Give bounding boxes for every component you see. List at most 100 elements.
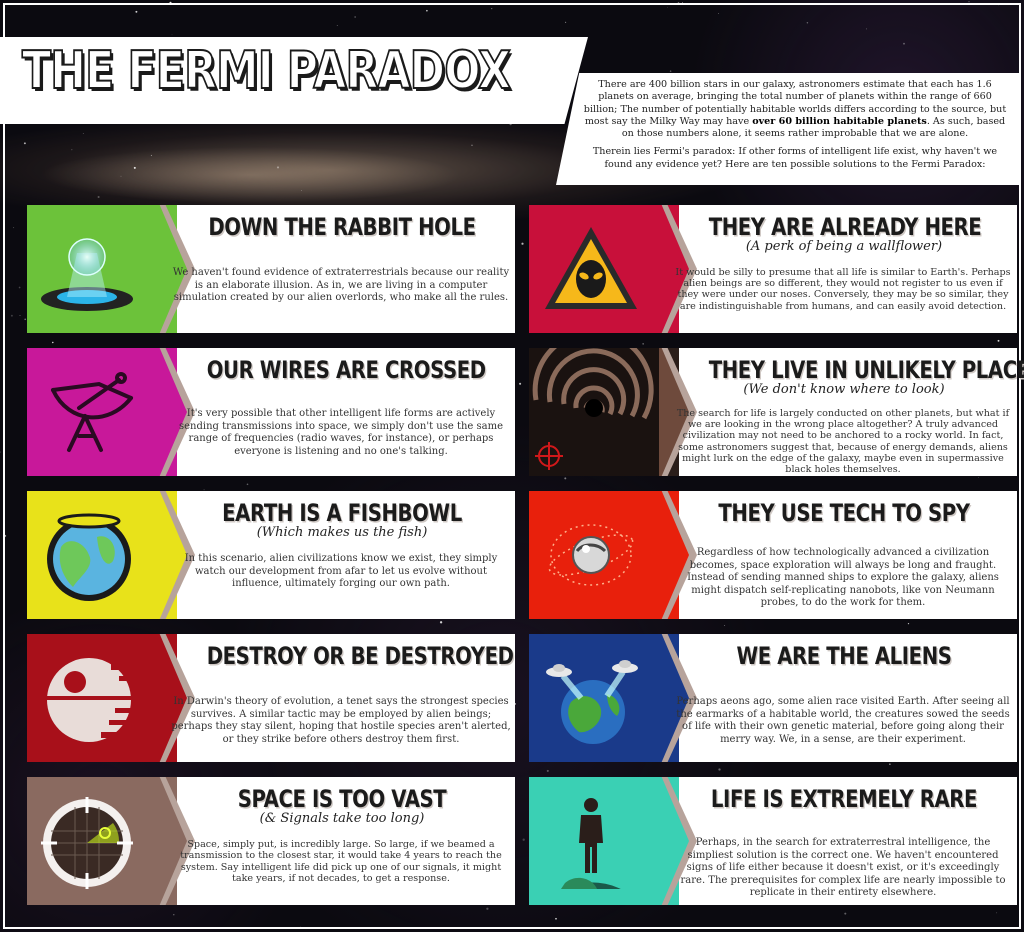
star-dot xyxy=(724,625,726,626)
card-body: It would be silly to presume that all li… xyxy=(675,267,1011,312)
star-dot xyxy=(471,144,473,147)
card-heading: DESTROY OR BE DESTROYED xyxy=(206,642,514,670)
star-dot xyxy=(133,166,136,169)
intro-paragraph-2: Therein lies Fermi's paradox: If other f… xyxy=(592,146,998,170)
star-dot xyxy=(718,13,720,15)
solution-card: OUR WIRES ARE CROSSED It's very possible… xyxy=(27,348,515,476)
star-dot xyxy=(997,339,1000,342)
star-dot xyxy=(522,838,525,841)
solution-card: WE ARE THE ALIENS Perhaps aeons ago, som… xyxy=(529,634,1017,762)
star-dot xyxy=(135,10,138,13)
intro-panel: There are 400 billion stars in our galax… xyxy=(556,73,1020,185)
star-dot xyxy=(173,914,175,916)
hologram-globe-icon xyxy=(41,238,133,311)
star-dot xyxy=(491,8,493,10)
card-subheading: (& Signals take too long) xyxy=(259,811,425,826)
star-dot xyxy=(486,907,489,910)
star-dot xyxy=(24,318,27,321)
card-body: Perhaps, in the search for extraterrestr… xyxy=(680,837,1006,898)
card-heading: THEY LIVE IN UNLIKELY PLACES xyxy=(708,356,1024,384)
intro-bold-text: over 60 billion habitable planets xyxy=(752,115,927,127)
star-dot xyxy=(276,166,280,169)
card-body: Space, simply put, is incredibly large. … xyxy=(180,839,502,885)
solution-card: EARTH IS A FISHBOWL (Which makes us the … xyxy=(27,491,515,619)
card-body: Regardless of how technologically advanc… xyxy=(687,547,999,608)
solution-card: THEY USE TECH TO SPY Regardless of how t… xyxy=(529,491,1017,619)
death-star-icon xyxy=(47,658,135,742)
star-dot xyxy=(903,42,905,45)
star-dot xyxy=(667,6,668,8)
solution-card: THEY ARE ALREADY HERE (A perk of being a… xyxy=(529,205,1017,333)
card-heading: SPACE IS TOO VAST xyxy=(237,785,447,813)
star-dot xyxy=(300,926,301,928)
star-dot xyxy=(439,621,443,624)
card-heading: DOWN THE RABBIT HOLE xyxy=(208,213,476,241)
radar-scope-icon xyxy=(41,797,133,889)
person-on-earth-icon xyxy=(561,798,621,889)
card-body: We haven't found evidence of extraterres… xyxy=(172,267,510,303)
star-dot xyxy=(968,1,970,3)
star-dot xyxy=(150,154,152,156)
alien-warning-sign-icon xyxy=(545,227,637,309)
card-body: It's very possible that other intelligen… xyxy=(178,408,503,457)
card-subheading: (We don't know where to look) xyxy=(743,382,945,397)
solution-card: DOWN THE RABBIT HOLE We haven't found ev… xyxy=(27,205,515,333)
card-heading: WE ARE THE ALIENS xyxy=(736,642,952,670)
card-heading: EARTH IS A FISHBOWL xyxy=(222,499,462,527)
star-dot xyxy=(889,763,891,765)
star-dot xyxy=(10,314,13,317)
star-dot xyxy=(519,382,522,385)
solution-card: LIFE IS EXTREMELY RARE Perhaps, in the s… xyxy=(529,777,1017,905)
star-dot xyxy=(426,9,428,12)
card-heading: OUR WIRES ARE CROSSED xyxy=(206,356,486,384)
earth-fishbowl-icon xyxy=(47,513,131,601)
star-dot xyxy=(246,483,249,486)
star-dot xyxy=(13,227,15,229)
solution-card: SPACE IS TOO VAST (& Signals take too lo… xyxy=(27,777,515,905)
star-dot xyxy=(564,477,567,480)
star-dot xyxy=(907,622,910,625)
card-heading: THEY ARE ALREADY HERE xyxy=(708,213,982,241)
star-dot xyxy=(71,149,73,151)
star-dot xyxy=(301,190,302,191)
card-subheading: (Which makes us the fish) xyxy=(256,525,428,540)
star-dot xyxy=(120,175,122,177)
card-body: Perhaps aeons ago, some alien race visit… xyxy=(676,696,1010,745)
card-body: In this scenario, alien civilizations kn… xyxy=(184,553,498,589)
star-dot xyxy=(23,142,26,145)
solution-card: DESTROY OR BE DESTROYED In Darwin's theo… xyxy=(27,634,515,762)
card-subheading: (A perk of being a wallflower) xyxy=(745,239,943,254)
star-dot xyxy=(0,451,1,453)
star-dot xyxy=(866,28,868,30)
intro-paragraph-1: There are 400 billion stars in our galax… xyxy=(582,79,1008,140)
star-dot xyxy=(18,286,21,289)
star-dot xyxy=(806,22,809,24)
star-dot xyxy=(978,477,980,478)
star-dot xyxy=(171,34,173,36)
earth-ufos-icon xyxy=(546,660,638,744)
star-dot xyxy=(565,21,567,23)
star-dot xyxy=(718,768,721,771)
satellite-dish-icon xyxy=(51,372,133,452)
black-hole-icon xyxy=(529,348,659,476)
star-dot xyxy=(546,769,549,772)
card-body: In Darwin's theory of evolution, a tenet… xyxy=(171,696,511,745)
star-dot xyxy=(555,917,557,920)
star-dot xyxy=(669,70,672,72)
star-dot xyxy=(82,133,84,134)
card-heading: LIFE IS EXTREMELY RARE xyxy=(710,785,978,813)
star-dot xyxy=(97,195,100,199)
star-dot xyxy=(844,912,847,915)
star-dot xyxy=(996,912,998,914)
page-title: THE FERMI PARADOX xyxy=(21,40,512,102)
star-dot xyxy=(52,341,54,344)
star-dot xyxy=(336,25,338,26)
nanobot-probe-icon xyxy=(548,524,634,586)
star-dot xyxy=(642,343,644,345)
card-body: The search for life is largely conducted… xyxy=(676,408,1010,476)
star-dot xyxy=(19,315,21,316)
star-dot xyxy=(521,242,524,245)
solution-card: THEY LIVE IN UNLIKELY PLACES (We don't k… xyxy=(529,348,1024,476)
card-heading: THEY USE TECH TO SPY xyxy=(718,499,970,527)
star-dot xyxy=(354,16,356,18)
